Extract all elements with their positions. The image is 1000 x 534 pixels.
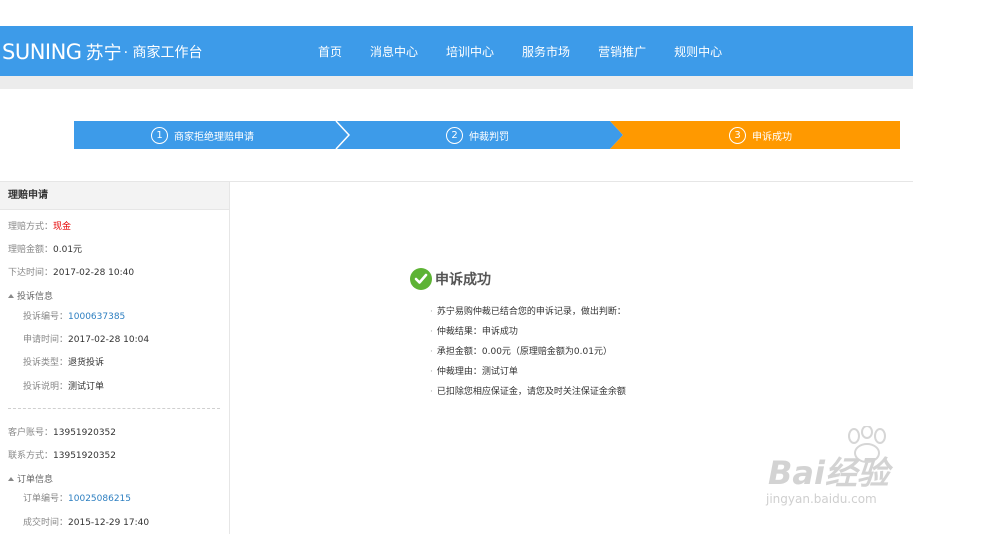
complaint-no-row: 投诉编号：1000637385	[23, 309, 125, 322]
apply-time-value: 2017-02-28 10:04	[68, 335, 150, 345]
logo-sub-text: · 商家工作台	[123, 45, 203, 61]
step-2-label: 仲裁判罚	[469, 131, 509, 143]
logo-brand-text: SUNING	[2, 40, 82, 64]
complaint-desc-label: 投诉说明：	[23, 382, 69, 392]
issue-time-row: 下达时间：2017-02-28 10:40	[8, 265, 134, 278]
complaint-desc-value: 测试订单	[68, 382, 105, 392]
contact-row: 联系方式：13951920352	[8, 448, 116, 461]
step-2-number: 2	[446, 126, 463, 144]
claim-method-row: 理赔方式：现金	[8, 219, 71, 232]
complaint-type-label: 投诉类型：	[23, 358, 69, 368]
contact-value: 13951920352	[53, 451, 117, 461]
watermark-url: jingyan.baidu.com	[766, 492, 877, 506]
step-2: 2 仲裁判罚	[446, 121, 509, 149]
customer-account-value: 13951920352	[53, 428, 117, 438]
result-line-4: 仲裁理由：测试订单	[430, 364, 518, 377]
logo-cn-text: 苏宁	[85, 43, 122, 64]
claim-amount-value: 0.01元	[53, 245, 83, 255]
issue-time-value: 2017-02-28 10:40	[53, 268, 135, 278]
result-title: 申诉成功	[435, 272, 491, 288]
claim-method-label: 理赔方式：	[8, 222, 54, 232]
progress-steps: 1 商家拒绝理赔申请 2 仲裁判罚 3 申诉成功	[74, 121, 900, 149]
complaint-type-row: 投诉类型：退货投诉	[23, 355, 104, 368]
step-1: 1 商家拒绝理赔申请	[151, 121, 254, 149]
complaint-type-value: 退货投诉	[68, 358, 105, 368]
result-line-1: 苏宁易购仲裁已结合您的申诉记录，做出判断：	[430, 304, 626, 317]
nav-marketing[interactable]: 营销推广	[598, 43, 646, 60]
complaint-info-toggle[interactable]: 投诉信息	[8, 289, 53, 302]
complaint-group-label: 投诉信息	[17, 292, 54, 302]
nav-training[interactable]: 培训中心	[446, 43, 494, 60]
complaint-no-label: 投诉编号：	[23, 312, 69, 322]
nav-home[interactable]: 首页	[318, 43, 342, 60]
watermark-brand: Bai经验	[768, 454, 889, 492]
customer-account-row: 客户账号：13951920352	[8, 425, 116, 438]
claim-amount-row: 理赔金额：0.01元	[8, 242, 82, 255]
step-1-label: 商家拒绝理赔申请	[174, 131, 254, 143]
claim-method-value: 现金	[53, 222, 72, 232]
complaint-no-link[interactable]: 1000637385	[68, 312, 125, 322]
step-1-number: 1	[151, 126, 168, 144]
baidu-jingyan-watermark: Bai经验 jingyan.baidu.com	[762, 426, 952, 516]
step-3-label: 申诉成功	[752, 131, 792, 143]
collapse-triangle-icon	[8, 294, 14, 298]
suning-logo[interactable]: SUNING 苏宁 · 商家工作台	[2, 39, 203, 65]
claim-amount-label: 理赔金额：	[8, 245, 54, 255]
contact-label: 联系方式：	[8, 451, 54, 461]
order-info-toggle[interactable]: 订单信息	[8, 472, 53, 485]
issue-time-label: 下达时间：	[8, 268, 54, 278]
sidebar-title: 理赔申请	[0, 182, 229, 210]
result-line-3: 承担金额：0.00元（原理赔金额为0.01元）	[430, 344, 612, 357]
step-3-number: 3	[729, 126, 746, 144]
top-header: SUNING 苏宁 · 商家工作台 首页 消息中心 培训中心 服务市场 营销推广…	[0, 26, 913, 76]
order-no-link[interactable]: 10025086215	[68, 494, 131, 504]
dashed-divider	[8, 408, 220, 409]
result-line-5: 已扣除您相应保证金，请您及时关注保证金余额	[430, 384, 626, 397]
success-check-icon	[410, 268, 432, 290]
header-gray-bar	[0, 76, 913, 89]
deal-time-value: 2015-12-29 17:40	[68, 518, 150, 528]
result-heading: 申诉成功	[410, 268, 491, 290]
collapse-triangle-icon	[8, 477, 14, 481]
claim-sidebar: 理赔申请 理赔方式：现金 理赔金额：0.01元 下达时间：2017-02-28 …	[0, 182, 230, 534]
nav-rules[interactable]: 规则中心	[674, 43, 722, 60]
step-3: 3 申诉成功	[729, 121, 792, 149]
apply-time-row: 申请时间：2017-02-28 10:04	[23, 332, 149, 345]
main-nav: 首页 消息中心 培训中心 服务市场 营销推广 规则中心	[318, 43, 750, 60]
result-line-2: 仲裁结果：申诉成功	[430, 324, 518, 337]
nav-service-market[interactable]: 服务市场	[522, 43, 570, 60]
order-group-label: 订单信息	[17, 475, 54, 485]
complaint-desc-row: 投诉说明：测试订单	[23, 379, 104, 392]
customer-account-label: 客户账号：	[8, 428, 54, 438]
apply-time-label: 申请时间：	[23, 335, 69, 345]
deal-time-label: 成交时间：	[23, 518, 69, 528]
nav-messages[interactable]: 消息中心	[370, 43, 418, 60]
order-no-row: 订单编号：10025086215	[23, 491, 131, 504]
deal-time-row: 成交时间：2015-12-29 17:40	[23, 515, 149, 528]
order-no-label: 订单编号：	[23, 494, 69, 504]
